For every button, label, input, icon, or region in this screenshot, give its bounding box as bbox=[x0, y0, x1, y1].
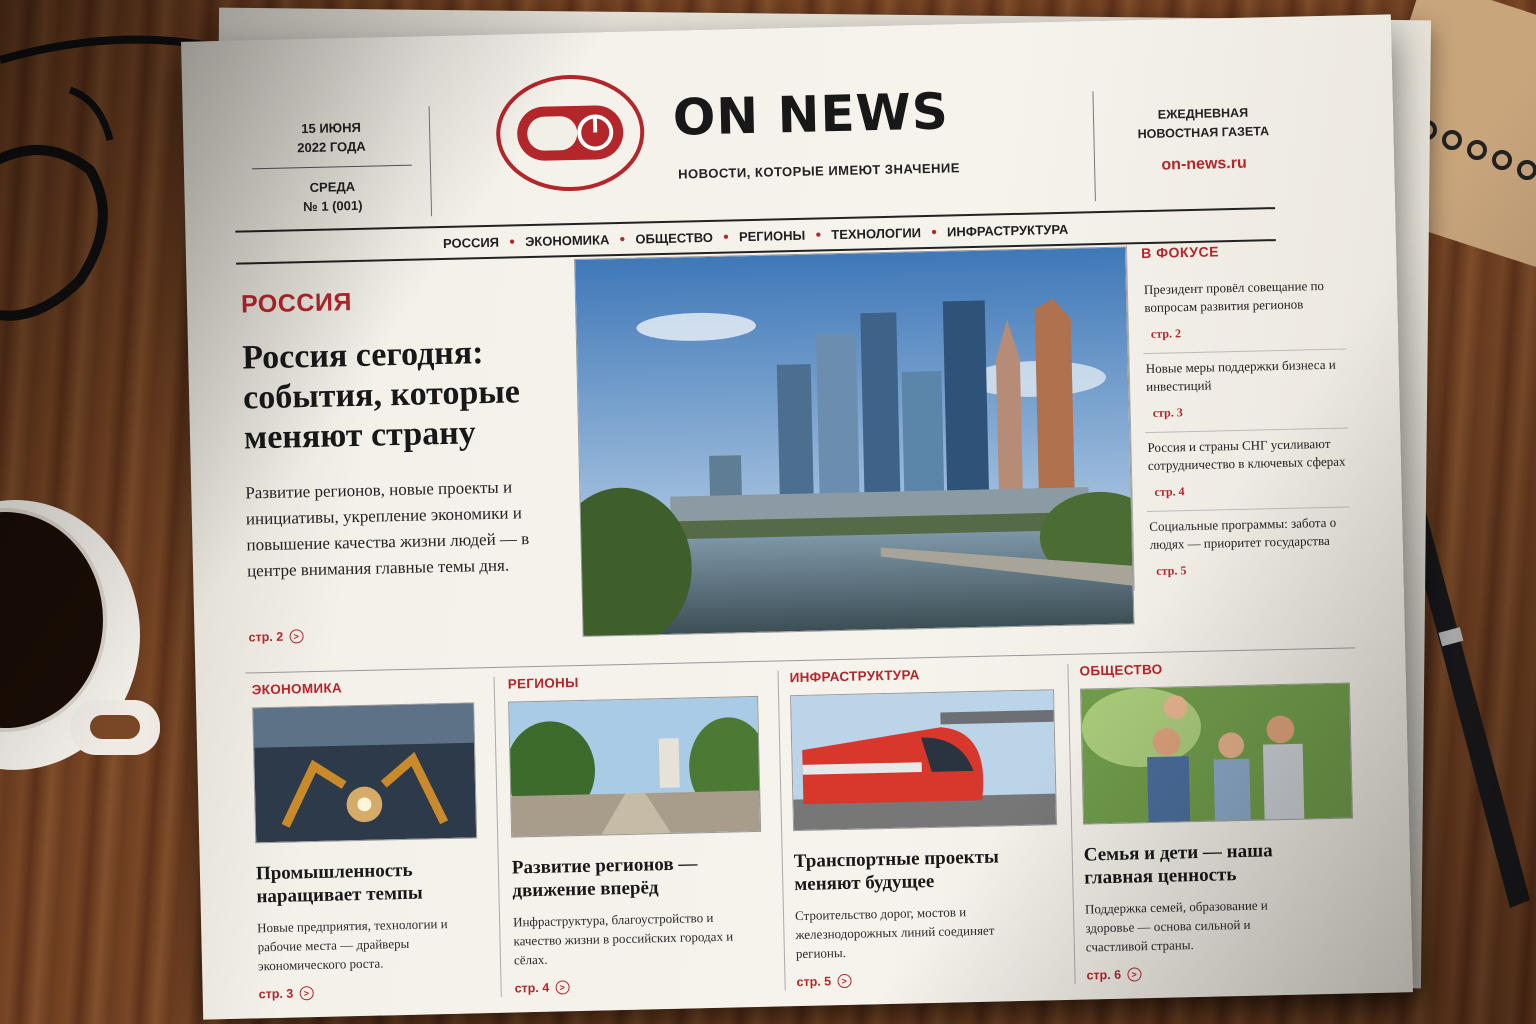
story-page-label: стр. 6 bbox=[1086, 967, 1122, 983]
story-headline: Промышленность наращивает темпы bbox=[255, 859, 423, 908]
photo-city-park bbox=[505, 695, 769, 838]
nav-economy[interactable]: ЭКОНОМИКА bbox=[525, 232, 610, 249]
power-toggle-icon bbox=[496, 75, 645, 192]
focus-item-page: стр. 5 bbox=[1156, 563, 1187, 578]
arrow-right-icon: > bbox=[289, 629, 304, 644]
story-kicker: РЕГИОНЫ bbox=[507, 674, 579, 692]
focus-item-text: Социальные программы: забота о людях — п… bbox=[1149, 514, 1337, 553]
nav-society[interactable]: ОБЩЕСТВО bbox=[635, 229, 713, 246]
focus-title: В ФОКУСЕ bbox=[1140, 243, 1220, 262]
paper-type-block: ЕЖЕДНЕВНАЯ НОВОСТНАЯ ГАЗЕТА on-news.ru bbox=[1113, 103, 1295, 176]
lead-kicker: РОССИЯ bbox=[240, 288, 353, 319]
story-kicker: ЭКОНОМИКА bbox=[251, 680, 343, 698]
story-economy[interactable]: ЭКОНОМИКА Промышленность наращивает темп… bbox=[252, 677, 519, 1004]
story-page-ref[interactable]: стр. 4 > bbox=[514, 980, 570, 996]
lead-page-ref[interactable]: стр. 2 > bbox=[248, 629, 304, 645]
focus-item[interactable]: Россия и страны СНГ усиливают сотрудниче… bbox=[1145, 428, 1350, 513]
photo-factory-robots bbox=[252, 702, 478, 844]
story-text: Строительство дорог, мостов и железнодор… bbox=[794, 904, 995, 962]
story-headline: Развитие регионов — движение вперёд bbox=[511, 853, 698, 902]
nav-russia[interactable]: РОССИЯ bbox=[443, 234, 499, 250]
story-text: Поддержка семей, образование и здоровье … bbox=[1084, 897, 1268, 955]
tagline: НОВОСТИ, КОТОРЫЕ ИМЕЮТ ЗНАЧЕНИЕ bbox=[678, 160, 961, 182]
date-year: 2022 ГОДА bbox=[297, 138, 366, 156]
focus-sidebar: В ФОКУСЕ Президент провёл совещание по в… bbox=[1125, 240, 1352, 591]
nav-regions[interactable]: РЕГИОНЫ bbox=[739, 227, 806, 244]
column-divider bbox=[1067, 663, 1076, 984]
story-society[interactable]: ОБЩЕСТВО Семья и дети — наша главная цен… bbox=[1079, 658, 1353, 985]
story-page-ref[interactable]: стр. 5 > bbox=[796, 973, 852, 990]
story-text: Новые предприятия, технологии и рабочие … bbox=[257, 916, 448, 974]
focus-item[interactable]: Президент провёл совещание по вопросам р… bbox=[1141, 270, 1347, 355]
photo-red-train bbox=[790, 689, 1058, 832]
story-infrastructure[interactable]: ИНФРАСТРУКТУРА Транспортные проекты меня… bbox=[789, 664, 1058, 991]
arrow-right-icon: > bbox=[299, 986, 314, 1001]
focus-item[interactable]: Социальные программы: забота о людях — п… bbox=[1147, 507, 1352, 590]
arrow-right-icon: > bbox=[1126, 967, 1142, 982]
lead-page-label: стр. 2 bbox=[248, 629, 284, 645]
focus-item-text: Россия и страны СНГ усиливают сотрудниче… bbox=[1147, 435, 1346, 474]
story-kicker: ОБЩЕСТВО bbox=[1079, 661, 1163, 679]
lead-headline: Россия сегодня: события, которые меняют … bbox=[241, 334, 521, 457]
focus-item-text: Президент провёл совещание по вопросам р… bbox=[1143, 277, 1325, 316]
story-kicker: ИНФРАСТРУКТУРА bbox=[789, 667, 920, 686]
photo-happy-family bbox=[1079, 682, 1353, 825]
story-page-label: стр. 3 bbox=[258, 986, 294, 1002]
story-text: Инфраструктура, благоустройство и качест… bbox=[512, 910, 734, 968]
focus-item-page: стр. 2 bbox=[1150, 326, 1182, 341]
focus-item-text: Новые меры поддержки бизнеса и инвестици… bbox=[1145, 356, 1336, 395]
focus-item[interactable]: Новые меры поддержки бизнеса и инвестици… bbox=[1143, 349, 1349, 434]
issue-number: № 1 (001) bbox=[303, 197, 363, 215]
arrow-right-icon: > bbox=[555, 980, 570, 995]
lead-text: Развитие регионов, новые проекты и иници… bbox=[245, 477, 530, 581]
brand-name: ON NEWS bbox=[672, 82, 950, 147]
story-headline: Транспортные проекты меняют будущее bbox=[793, 846, 1000, 896]
date-block: 15 ИЮНЯ 2022 ГОДА СРЕДА № 1 (001) bbox=[251, 117, 413, 218]
nav-technology[interactable]: ТЕХНОЛОГИИ bbox=[831, 225, 921, 242]
column-divider bbox=[777, 670, 786, 991]
coffee-cup bbox=[0, 500, 160, 770]
site-link[interactable]: on-news.ru bbox=[1114, 153, 1294, 176]
hero-photo-moscow-city bbox=[574, 246, 1135, 637]
focus-item-page: стр. 4 bbox=[1154, 484, 1185, 499]
story-page-ref[interactable]: стр. 6 > bbox=[1086, 967, 1142, 983]
story-page-label: стр. 4 bbox=[514, 980, 550, 996]
focus-item-page: стр. 3 bbox=[1152, 405, 1183, 420]
story-regions[interactable]: РЕГИОНЫ Развитие регионов — движение впе… bbox=[505, 671, 775, 998]
story-page-label: стр. 5 bbox=[796, 974, 832, 990]
story-headline: Семья и дети — наша главная ценность bbox=[1083, 840, 1273, 889]
newspaper: 15 ИЮНЯ 2022 ГОДА СРЕДА № 1 (001) ON NEW… bbox=[181, 14, 1413, 1020]
arrow-right-icon: > bbox=[836, 973, 852, 989]
nav-infrastructure[interactable]: ИНФРАСТРУКТУРА bbox=[947, 221, 1069, 239]
paper-type-line2: НОВОСТНАЯ ГАЗЕТА bbox=[1137, 124, 1270, 142]
masthead: 15 ИЮНЯ 2022 ГОДА СРЕДА № 1 (001) ON NEW… bbox=[232, 56, 1345, 231]
story-page-ref[interactable]: стр. 3 > bbox=[259, 986, 314, 1001]
